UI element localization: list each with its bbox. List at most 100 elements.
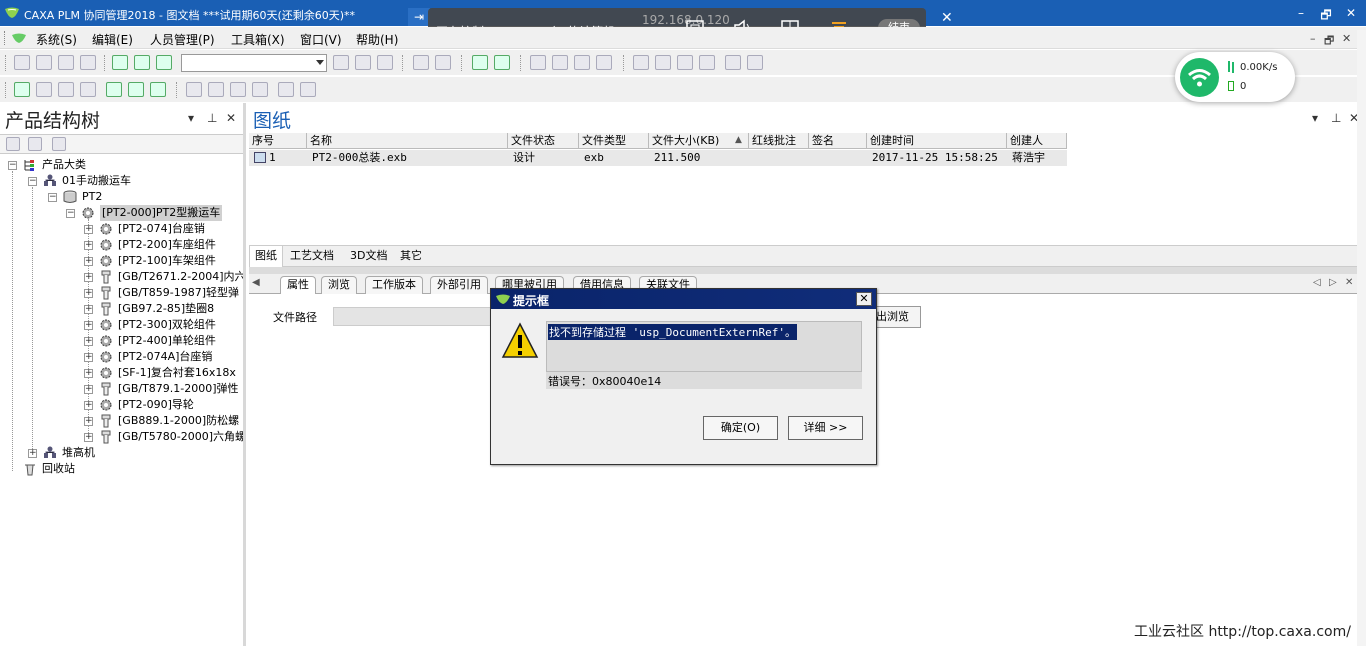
mdi-minimize-button[interactable]: –: [1310, 32, 1316, 45]
panel-pin-icon[interactable]: ⊥: [207, 111, 217, 125]
expand-icon[interactable]: +: [84, 337, 93, 346]
expand-icon[interactable]: +: [84, 321, 93, 330]
panel-pin-icon[interactable]: ⊥: [1331, 111, 1341, 125]
panel-close-icon[interactable]: ✕: [226, 111, 236, 125]
table-cell[interactable]: 设计: [508, 150, 579, 166]
tree-node[interactable]: + [PT2-300]双轮组件: [84, 317, 243, 333]
tree-filter-icon[interactable]: [28, 137, 42, 151]
column-header[interactable]: 红线批注: [749, 133, 809, 149]
drawing-link-icon[interactable]: [150, 82, 166, 97]
column-header[interactable]: 签名: [809, 133, 867, 149]
tab-3d-doc[interactable]: 3D文档: [345, 246, 392, 267]
tree-node[interactable]: 回收站: [8, 461, 243, 477]
mdi-restore-button[interactable]: 🗗: [1324, 32, 1334, 51]
column-header[interactable]: 名称: [307, 133, 508, 149]
gear-icon[interactable]: [725, 55, 741, 70]
column-header[interactable]: 创建人: [1007, 133, 1067, 149]
list-check-icon[interactable]: [278, 82, 294, 97]
column-header[interactable]: 文件状态: [508, 133, 579, 149]
remote-close-button[interactable]: ✕: [941, 10, 953, 26]
release-icon[interactable]: [574, 55, 590, 70]
tree-expand-icon[interactable]: [6, 137, 20, 151]
table-cell[interactable]: 211.500: [649, 150, 749, 166]
mdi-close-button[interactable]: ✕: [1342, 32, 1351, 45]
column-header[interactable]: 序号: [249, 133, 307, 149]
dialog-close-button[interactable]: ✕: [856, 292, 872, 306]
filter-combobox[interactable]: [181, 54, 327, 72]
expand-icon[interactable]: +: [84, 401, 93, 410]
tree-node[interactable]: − 产品大类: [8, 157, 243, 173]
add-structure-icon[interactable]: [413, 55, 429, 70]
column-header[interactable]: 文件类型: [579, 133, 649, 149]
tree-node[interactable]: + [SF-1]复合衬套16x18x: [84, 365, 243, 381]
expand-icon[interactable]: +: [84, 433, 93, 442]
tree-node[interactable]: + [PT2-074A]台座销: [84, 349, 243, 365]
checkout-icon[interactable]: [530, 55, 546, 70]
drawing-add-icon[interactable]: [128, 82, 144, 97]
table-cell[interactable]: 蒋浩宇: [1007, 150, 1067, 166]
tree-node[interactable]: + [PT2-100]车架组件: [84, 253, 243, 269]
move-down-icon[interactable]: [230, 82, 246, 97]
table-cell[interactable]: 2017-11-25 15:58:25: [867, 150, 1007, 166]
expand-icon[interactable]: +: [84, 273, 93, 282]
tree-node[interactable]: + [PT2-200]车座组件: [84, 237, 243, 253]
cut-icon[interactable]: [112, 55, 128, 70]
monitor-icon[interactable]: [58, 55, 74, 70]
move-up-icon[interactable]: [186, 82, 202, 97]
tree-node[interactable]: + [GB889.1-2000]防松螺: [84, 413, 243, 429]
expand-icon[interactable]: +: [84, 353, 93, 362]
screen-icon[interactable]: [80, 55, 96, 70]
expand-icon[interactable]: +: [28, 449, 37, 458]
restore-button[interactable]: 🗗: [1315, 6, 1337, 27]
tree-node[interactable]: + [PT2-074]台座销: [84, 221, 243, 237]
tab-browse[interactable]: 浏览: [321, 276, 357, 294]
drawing-icon[interactable]: [106, 82, 122, 97]
export-icon[interactable]: [655, 55, 671, 70]
panel-menu-icon[interactable]: ▾: [188, 111, 194, 125]
new-doc-icon[interactable]: [14, 55, 30, 70]
expand-icon[interactable]: +: [84, 241, 93, 250]
import-icon[interactable]: [677, 55, 693, 70]
tree-node[interactable]: − [PT2-000]PT2型搬运车: [66, 205, 243, 221]
tab-close-icon[interactable]: ✕: [1345, 277, 1353, 288]
collapse-icon[interactable]: −: [66, 209, 75, 218]
tree-node[interactable]: + [GB/T859-1987]轻型弹: [84, 285, 243, 301]
right-scroll-strip[interactable]: [1357, 30, 1366, 646]
version-icon[interactable]: [596, 55, 612, 70]
tab-scroll-left-icon[interactable]: ◀: [252, 277, 260, 288]
tree-node[interactable]: − 01手动搬运车: [28, 173, 243, 189]
table-cell[interactable]: exb: [579, 150, 649, 166]
menu-help[interactable]: 帮助(H): [356, 31, 398, 48]
menu-system[interactable]: 系统(S): [36, 31, 77, 48]
expand-icon[interactable]: +: [84, 385, 93, 394]
tree-node[interactable]: + [GB97.2-85]垫圈8: [84, 301, 243, 317]
details-button[interactable]: 详细 >>: [788, 416, 863, 440]
collapse-icon[interactable]: −: [8, 161, 17, 170]
ok-button[interactable]: 确定(O): [703, 416, 778, 440]
check-task-icon[interactable]: [14, 82, 30, 97]
tree-node[interactable]: + [GB/T5780-2000]六角螺: [84, 429, 243, 445]
tab-process-doc[interactable]: 工艺文档: [285, 246, 339, 267]
review-icon[interactable]: [377, 55, 393, 70]
network-speed-widget[interactable]: 0.00K/s 0: [1175, 52, 1295, 102]
tab-drawing[interactable]: 图纸: [249, 246, 283, 267]
tree-node[interactable]: + [GB/T2671.2-2004]内六: [84, 269, 243, 285]
tree-node[interactable]: − PT2: [48, 189, 243, 205]
menu-window[interactable]: 窗口(V): [300, 31, 342, 48]
minimize-button[interactable]: –: [1290, 6, 1312, 20]
database-icon[interactable]: [699, 55, 715, 70]
tree-node[interactable]: + [PT2-090]导轮: [84, 397, 243, 413]
expand-icon[interactable]: +: [84, 305, 93, 314]
panel-menu-icon[interactable]: ▾: [1312, 111, 1318, 125]
tree-node[interactable]: + 堆高机: [28, 445, 243, 461]
edit-doc-icon[interactable]: [36, 55, 52, 70]
move-bottom-icon[interactable]: [252, 82, 268, 97]
collapse-icon[interactable]: −: [48, 193, 57, 202]
tab-work-version[interactable]: 工作版本: [365, 276, 423, 294]
expand-icon[interactable]: +: [84, 289, 93, 298]
pane-splitter[interactable]: [249, 267, 1357, 274]
add-file-icon[interactable]: [472, 55, 488, 70]
find-icon[interactable]: [355, 55, 371, 70]
sort-icon[interactable]: [52, 137, 66, 151]
task-cancel-icon[interactable]: [80, 82, 96, 97]
